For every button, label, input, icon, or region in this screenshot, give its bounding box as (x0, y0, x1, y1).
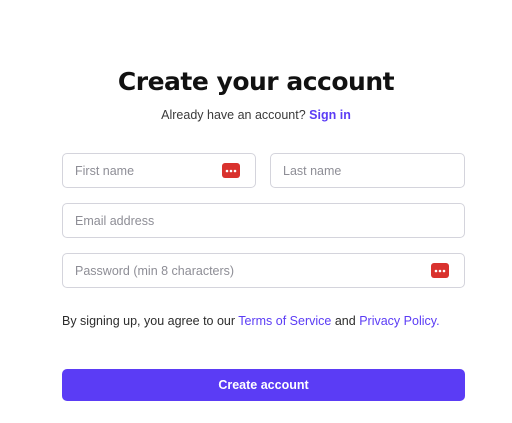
password-input[interactable] (63, 254, 464, 287)
password-manager-icon[interactable] (431, 263, 449, 278)
signup-page: Create your account Already have an acco… (0, 0, 512, 423)
terms-notice: By signing up, you agree to our Terms of… (62, 313, 462, 330)
signin-link[interactable]: Sign in (309, 108, 351, 122)
terms-conjunction: and (334, 314, 356, 328)
first-name-field[interactable] (62, 153, 256, 188)
terms-prefix: By signing up, you agree to our (62, 314, 236, 328)
last-name-field[interactable] (270, 153, 465, 188)
email-input[interactable] (63, 204, 464, 237)
terms-of-service-link[interactable]: Terms of Service (238, 314, 331, 328)
create-account-button[interactable]: Create account (62, 369, 465, 401)
password-manager-icon[interactable] (222, 163, 240, 178)
privacy-policy-link[interactable]: Privacy Policy. (359, 314, 439, 328)
signin-prompt: Already have an account? Sign in (0, 106, 512, 124)
last-name-input[interactable] (271, 154, 464, 187)
page-title: Create your account (117, 67, 395, 96)
password-field[interactable] (62, 253, 465, 288)
signin-prompt-text: Already have an account? (161, 108, 306, 122)
email-field[interactable] (62, 203, 465, 238)
